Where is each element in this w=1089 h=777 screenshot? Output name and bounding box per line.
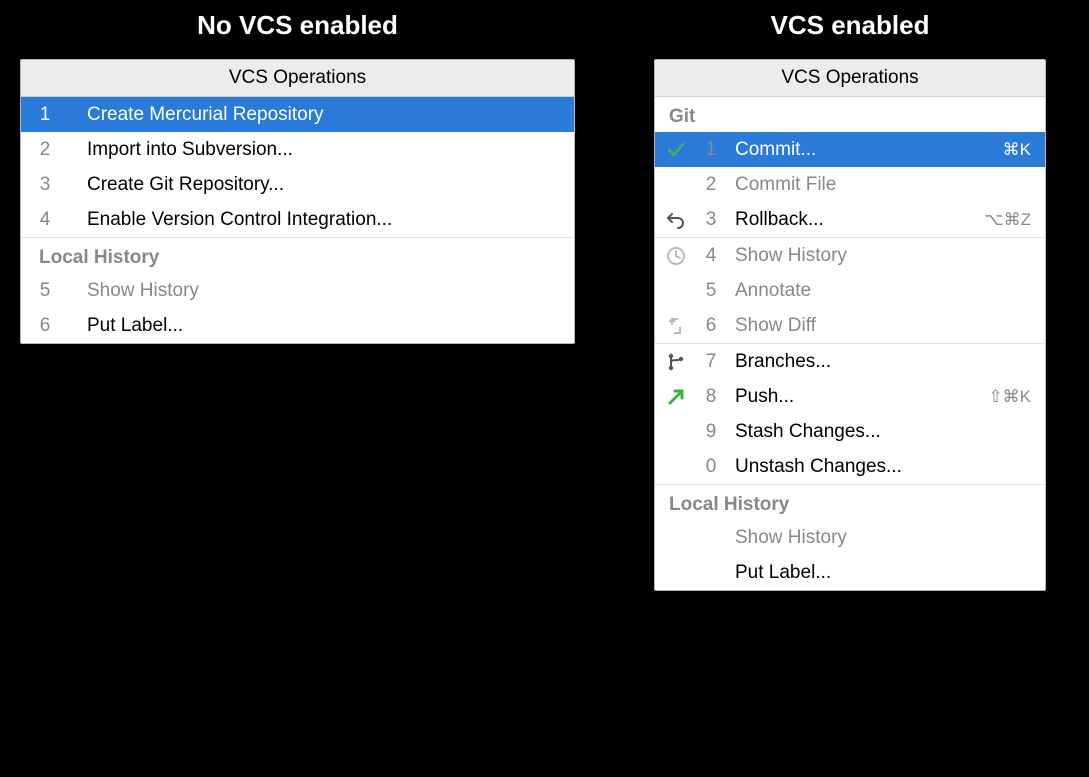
menu-item-shortcut: ⇧⌘K [978,387,1031,407]
menu-item-number: 8 [697,386,735,408]
menu-item-label: Put Label... [735,562,1031,584]
popup-title: VCS Operations [655,60,1045,97]
menu-item-label: Unstash Changes... [735,456,1031,478]
section-local-history: Local History [655,484,1045,520]
right-header: VCS enabled [654,10,1046,41]
branch-icon [655,352,697,372]
check-icon [655,140,697,160]
menu-item-put-label[interactable]: Put Label... [655,555,1045,590]
menu-item-number: 4 [697,245,735,267]
menu-item-push[interactable]: 8 Push... ⇧⌘K [655,379,1045,414]
menu-item-label: Stash Changes... [735,421,1031,443]
menu-item-label: Rollback... [735,209,974,231]
menu-item-number: 5 [697,280,735,302]
menu-item-number: 2 [697,174,735,196]
menu-item-shortcut: ⌘K [993,140,1031,160]
menu-item-create-mercurial[interactable]: 1 Create Mercurial Repository [21,97,574,132]
menu-item-number: 6 [21,315,87,337]
clock-icon [655,246,697,266]
menu-item-label: Annotate [735,280,1031,302]
menu-item-number: 3 [21,174,87,196]
menu-item-label: Put Label... [87,315,560,337]
menu-item-number: 4 [21,209,87,231]
menu-item-number: 1 [21,104,87,126]
menu-item-show-history[interactable]: 4 Show History [655,238,1045,273]
popup-title: VCS Operations [21,60,574,97]
menu-item-label: Show Diff [735,315,1031,337]
menu-item-enable-vcs[interactable]: 4 Enable Version Control Integration... [21,202,574,237]
menu-item-shortcut: ⌥⌘Z [974,210,1031,230]
menu-item-label: Show History [87,280,560,302]
section-local-history: Local History [21,237,574,273]
undo-icon [655,210,697,230]
menu-item-commit[interactable]: 1 Commit... ⌘K [655,132,1045,167]
menu-item-label: Commit File [735,174,1031,196]
menu-item-label: Show History [735,527,1031,549]
menu-item-show-history[interactable]: 5 Show History [21,273,574,308]
menu-item-show-history[interactable]: Show History [655,520,1045,555]
menu-item-unstash[interactable]: 0 Unstash Changes... [655,449,1045,484]
menu-item-number: 1 [697,139,735,161]
menu-item-label: Branches... [735,351,1031,373]
menu-item-show-diff[interactable]: 6 Show Diff [655,308,1045,343]
menu-item-branches[interactable]: 7 Branches... [655,344,1045,379]
menu-item-commit-file[interactable]: 2 Commit File [655,167,1045,202]
menu-item-import-svn[interactable]: 2 Import into Subversion... [21,132,574,167]
menu-item-number: 0 [697,456,735,478]
menu-item-stash[interactable]: 9 Stash Changes... [655,414,1045,449]
menu-item-put-label[interactable]: 6 Put Label... [21,308,574,343]
menu-item-label: Create Mercurial Repository [87,104,560,126]
menu-item-number: 9 [697,421,735,443]
left-header: No VCS enabled [20,10,575,41]
menu-item-rollback[interactable]: 3 Rollback... ⌥⌘Z [655,202,1045,237]
vcs-popup-vcs-enabled: VCS Operations Git 1 Commit... ⌘K 2 Comm… [654,59,1046,591]
menu-item-annotate[interactable]: 5 Annotate [655,273,1045,308]
menu-item-label: Show History [735,245,1031,267]
menu-item-number: 6 [697,315,735,337]
menu-item-number: 2 [21,139,87,161]
push-icon [655,387,697,407]
menu-item-label: Import into Subversion... [87,139,560,161]
menu-item-create-git[interactable]: 3 Create Git Repository... [21,167,574,202]
menu-item-label: Create Git Repository... [87,174,560,196]
menu-item-number: 3 [697,209,735,231]
menu-item-label: Enable Version Control Integration... [87,209,560,231]
vcs-popup-no-vcs: VCS Operations 1 Create Mercurial Reposi… [20,59,575,344]
menu-item-number: 7 [697,351,735,373]
menu-item-number: 5 [21,280,87,302]
menu-item-label: Commit... [735,139,993,161]
diff-icon [655,316,697,336]
menu-item-label: Push... [735,386,978,408]
section-git: Git [655,97,1045,132]
